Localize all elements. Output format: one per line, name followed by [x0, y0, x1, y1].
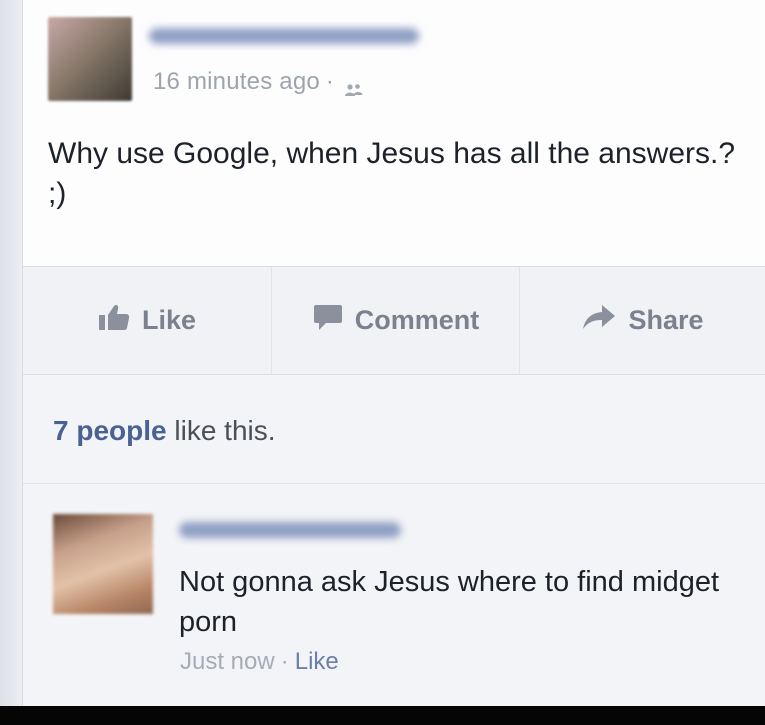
post-meta-separator: · — [325, 68, 335, 95]
post-author-avatar[interactable] — [48, 17, 132, 101]
likes-summary-text: 7 people like this. — [53, 415, 276, 447]
thumbs-up-icon — [98, 303, 142, 338]
speech-bubble-icon — [313, 303, 355, 338]
likes-count-link[interactable]: 7 people — [53, 415, 167, 446]
comment-timestamp: Just now — [180, 648, 275, 675]
like-button-label: Like — [141, 305, 197, 335]
post-action-bar: Like Comment Share — [23, 267, 765, 375]
comment-author-name[interactable] — [179, 522, 401, 538]
comment-like-link[interactable]: Like — [295, 648, 339, 675]
share-button[interactable]: Share — [519, 267, 765, 374]
like-button[interactable]: Like — [23, 267, 271, 374]
likes-suffix: like this. — [166, 415, 276, 446]
likes-summary: 7 people like this. — [23, 375, 765, 484]
feed-left-edge — [0, 0, 23, 706]
share-button-label: Share — [628, 305, 704, 335]
comment-text: Not gonna ask Jesus where to find midget… — [179, 566, 720, 638]
comment-author-avatar[interactable] — [53, 514, 153, 614]
screen-bottom-bar — [0, 706, 765, 725]
comment-meta-separator: · — [280, 648, 289, 675]
friends-icon[interactable] — [344, 76, 364, 96]
facebook-feed-story: 16 minutes ago · Why use Google, when Jes… — [0, 0, 765, 706]
comment-button[interactable]: Comment — [271, 267, 520, 374]
post-timestamp[interactable]: 16 minutes ago — [153, 68, 320, 95]
comment-meta: Just now · Like — [180, 648, 339, 676]
comment-item: Not gonna ask Jesus where to find midget… — [23, 484, 765, 706]
post-text: Why use Google, when Jesus has all the a… — [48, 137, 736, 210]
post-meta: 16 minutes ago · — [153, 68, 364, 96]
post-card: 16 minutes ago · Why use Google, when Jes… — [23, 0, 765, 267]
share-arrow-icon — [582, 304, 628, 337]
comment-button-label: Comment — [354, 305, 480, 335]
post-author-name[interactable] — [149, 28, 419, 44]
